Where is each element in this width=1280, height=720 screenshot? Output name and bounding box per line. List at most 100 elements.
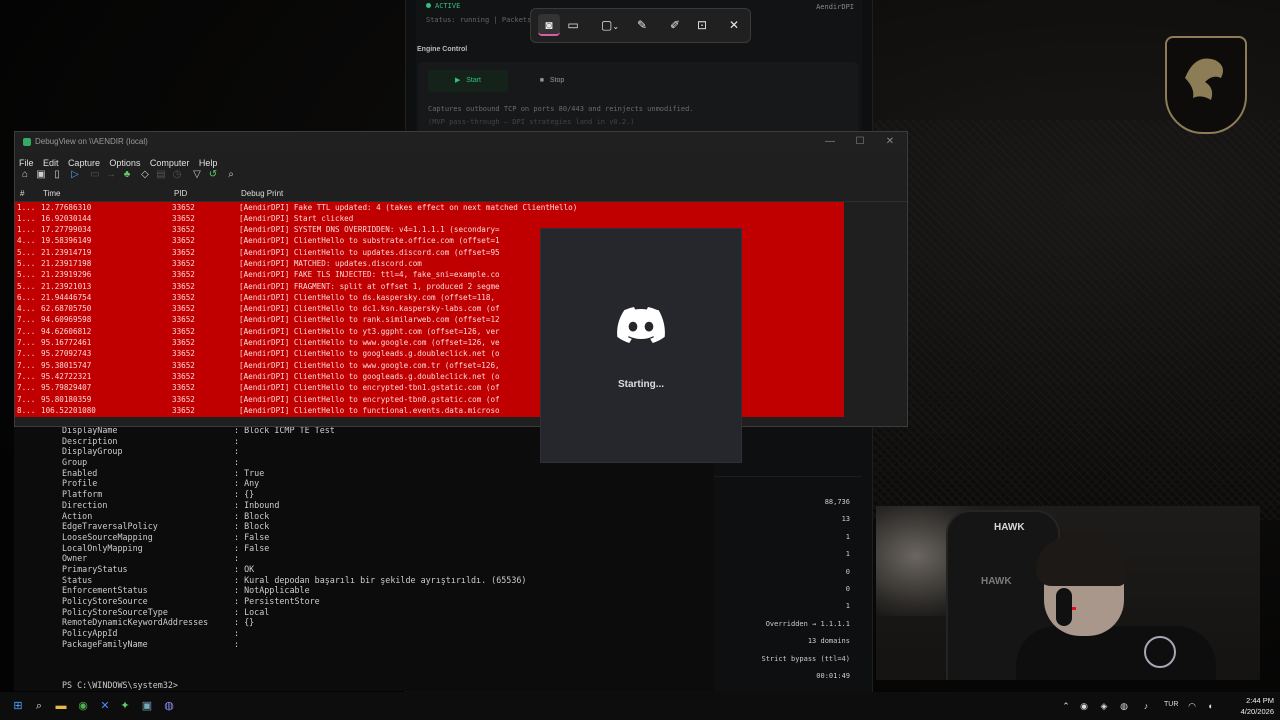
disconnect-icon[interactable]: → xyxy=(105,169,117,181)
title-bar: DebugView on \\AENDIR (local) — ☐ ✕ xyxy=(15,132,907,152)
debugview-window: DebugView on \\AENDIR (local) — ☐ ✕ File… xyxy=(14,131,908,427)
wifi-icon[interactable]: ◠ xyxy=(1186,700,1198,712)
discord-tray-icon[interactable]: ◍ xyxy=(1118,700,1130,712)
row-pid: 33652 xyxy=(172,326,195,336)
property-name: Platform xyxy=(62,489,103,500)
menu-computer[interactable]: Computer xyxy=(150,158,190,168)
find-icon[interactable]: ▤ xyxy=(155,169,167,181)
menu-options[interactable]: Options xyxy=(109,158,140,168)
col-num[interactable]: # xyxy=(20,189,24,198)
row-time: 21.23919296 xyxy=(41,270,92,280)
property-row: PackageFamilyName: xyxy=(62,639,526,650)
new-icon[interactable]: ▯ xyxy=(51,169,63,181)
log-row[interactable]: 1... 12.77686310 33652 [AendirDPI] Fake TTL… xyxy=(15,202,844,213)
row-pid: 33652 xyxy=(172,349,195,359)
stat-value: 1 xyxy=(845,602,850,610)
shield-icon[interactable]: ◈ xyxy=(1098,700,1110,712)
menu-edit[interactable]: Edit xyxy=(43,158,59,168)
microphone-icon[interactable]: ♪ xyxy=(1140,700,1152,712)
stat-value: 13 xyxy=(841,515,850,523)
minimize-button[interactable]: — xyxy=(815,134,845,150)
file-explorer-icon[interactable]: ▬ xyxy=(54,699,68,713)
text-actions-button[interactable]: ⊡ xyxy=(691,14,713,36)
record-mode-button[interactable]: ▭ xyxy=(562,14,584,36)
play-icon: ▶ xyxy=(454,77,461,84)
property-row: Action: Block xyxy=(62,511,526,522)
pen-button[interactable]: ✐ xyxy=(664,14,686,36)
terminal-icon[interactable]: ▣ xyxy=(140,699,154,713)
row-time: 17.27799034 xyxy=(41,225,92,235)
row-pid: 33652 xyxy=(172,405,195,415)
connect-icon[interactable]: ▭ xyxy=(89,169,101,181)
col-time[interactable]: Time xyxy=(43,189,60,198)
chair-logo-side: HAWK xyxy=(981,576,1012,587)
network-app-icon[interactable]: ◉ xyxy=(1078,700,1090,712)
maximize-button[interactable]: ☐ xyxy=(845,134,875,150)
window-title: DebugView on \\AENDIR (local) xyxy=(35,137,148,146)
col-debug-print[interactable]: Debug Print xyxy=(241,189,283,198)
row-time: 19.58396149 xyxy=(41,236,92,246)
vscode-icon[interactable]: ✕ xyxy=(98,699,112,713)
property-separator: : xyxy=(234,596,245,606)
col-pid[interactable]: PID xyxy=(174,189,187,198)
row-pid: 33652 xyxy=(172,258,195,268)
pen-icon: ✐ xyxy=(669,18,681,32)
discord-icon xyxy=(617,307,665,343)
app-icon[interactable]: ✦ xyxy=(118,699,132,713)
property-separator: : xyxy=(234,521,245,532)
bypass-stat: Strict bypass (ttl=4) xyxy=(761,655,850,663)
row-pid: 33652 xyxy=(172,247,195,257)
edit-button[interactable]: ✎ xyxy=(631,14,653,36)
chevron-up-icon[interactable]: ⌃ xyxy=(1060,700,1072,712)
capture-icon[interactable]: ▷ xyxy=(69,169,81,181)
start-icon[interactable]: ⊞ xyxy=(11,699,25,713)
property-name: LooseSourceMapping xyxy=(62,531,153,542)
volume-icon[interactable]: ◖ xyxy=(1204,700,1216,712)
chair-logo: HAWK xyxy=(994,522,1025,533)
msi-dragon-logo xyxy=(1165,36,1247,134)
menu-bar: File Edit Capture Options Computer Help xyxy=(15,153,218,168)
property-row: Status: Kural depodan başarılı bir şekil… xyxy=(62,575,526,586)
language-indicator[interactable]: TUR xyxy=(1164,701,1178,708)
search-icon[interactable]: ⌕ xyxy=(32,699,46,713)
search-icon[interactable]: ⌕ xyxy=(225,169,237,181)
property-row: LocalOnlyMapping: False xyxy=(62,543,526,554)
stop-button[interactable]: ■ Stop xyxy=(522,70,582,92)
snipping-toolbar: ◙ ▭ ▢⌄ ✎ ✐ ⊡ ✕ xyxy=(530,8,751,43)
property-row: Platform: {} xyxy=(62,489,526,500)
clock-icon[interactable]: ◷ xyxy=(171,169,183,181)
clock-time: 2:44 PM xyxy=(1246,696,1274,705)
property-separator: : xyxy=(234,606,245,617)
menu-help[interactable]: Help xyxy=(199,158,218,168)
capture-kernel-icon[interactable]: ♣ xyxy=(121,169,133,181)
discord-splash: Starting... xyxy=(540,228,742,463)
filter-icon[interactable]: ▽ xyxy=(191,169,203,181)
open-icon[interactable]: ⌂ xyxy=(19,169,31,181)
close-window-button[interactable]: ✕ xyxy=(875,134,905,150)
property-separator: : xyxy=(234,542,245,553)
row-time: 21.23914719 xyxy=(41,247,92,257)
chrome-icon[interactable]: ◉ xyxy=(76,699,90,713)
system-clock[interactable]: 2:44 PM 4/20/2026 xyxy=(1222,695,1274,717)
menu-capture[interactable]: Capture xyxy=(68,158,100,168)
snip-shape-dropdown[interactable]: ▢⌄ xyxy=(595,14,625,36)
close-button[interactable]: ✕ xyxy=(723,14,745,36)
property-separator: : xyxy=(234,574,245,585)
command-prompt[interactable]: PS C:\WINDOWS\system32> xyxy=(62,680,178,690)
start-button[interactable]: ▶ Start xyxy=(428,70,508,92)
app-brand: AendirDPI xyxy=(816,3,854,11)
row-time: 95.80180359 xyxy=(41,394,92,404)
save-icon[interactable]: ▣ xyxy=(35,169,47,181)
menu-file[interactable]: File xyxy=(19,158,34,168)
discord-taskbar-icon[interactable]: ◍ xyxy=(162,699,176,713)
headset xyxy=(1056,588,1072,626)
property-value: NotApplicable xyxy=(244,585,310,596)
log-row[interactable]: 1... 16.92030144 33652 [AendirDPI] Start cl… xyxy=(15,213,844,224)
history-icon[interactable]: ↺ xyxy=(207,169,219,181)
row-pid: 33652 xyxy=(172,315,195,325)
clear-icon[interactable]: ◇ xyxy=(139,169,151,181)
row-time: 16.92030144 xyxy=(41,213,92,223)
screenshot-mode-button[interactable]: ◙ xyxy=(538,14,560,36)
row-pid: 33652 xyxy=(172,394,195,404)
property-separator: : xyxy=(234,499,245,510)
